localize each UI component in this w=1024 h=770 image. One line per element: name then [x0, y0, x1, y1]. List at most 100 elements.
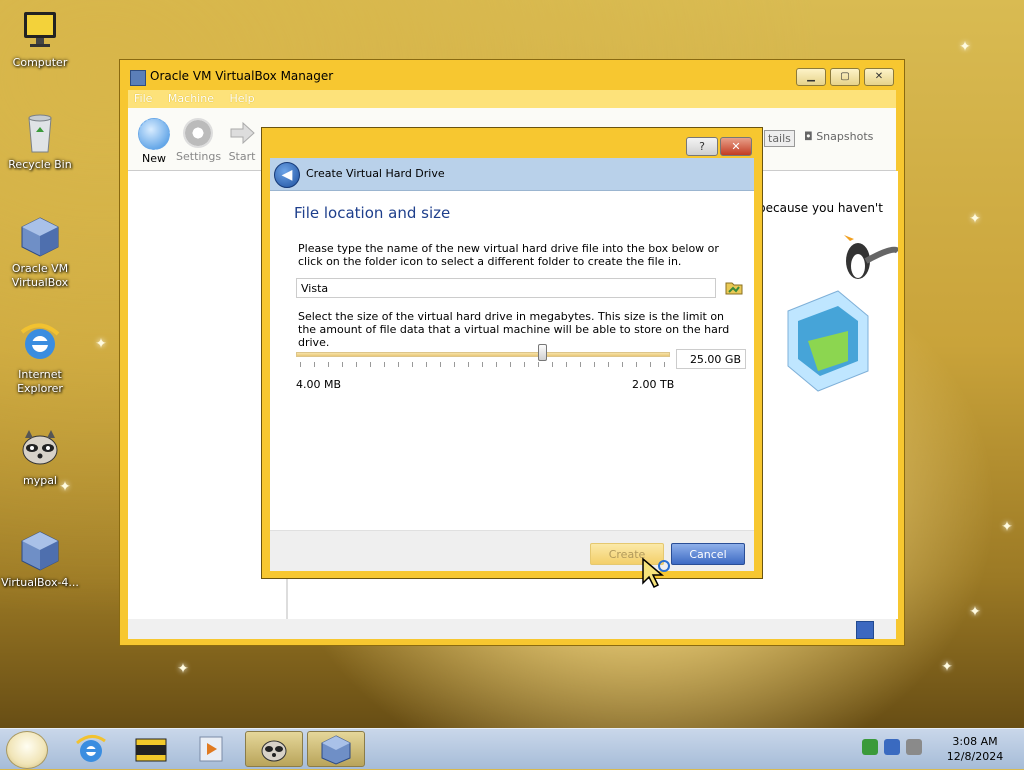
- close-button[interactable]: ✕: [720, 137, 752, 156]
- desktop-icon-virtualbox[interactable]: Oracle VM VirtualBox: [0, 214, 80, 290]
- raccoon-icon: [261, 740, 287, 762]
- slider-tick: [524, 362, 525, 367]
- taskbar: 3:08 AM 12/8/2024: [0, 728, 1024, 769]
- slider-tick: [566, 362, 567, 367]
- virtualbox-icon: [18, 214, 62, 258]
- virtualbox-icon: [321, 735, 351, 765]
- sparkle-decoration: ✦: [959, 39, 971, 55]
- start-label: Start: [228, 150, 256, 163]
- virtualbox-app-icon: [130, 70, 146, 86]
- slider-tick: [482, 362, 483, 367]
- slider-tick: [636, 362, 637, 367]
- size-slider-thumb[interactable]: [537, 344, 547, 361]
- back-button[interactable]: ◀: [274, 162, 300, 188]
- menu-file[interactable]: File: [128, 90, 158, 108]
- folder-icon: [725, 282, 743, 295]
- cancel-button[interactable]: Cancel: [671, 543, 745, 565]
- security-icon[interactable]: [862, 739, 878, 755]
- arrow-right-icon: [227, 118, 257, 148]
- recycle-bin-icon: [18, 110, 62, 154]
- slider-tick: [538, 362, 539, 367]
- start-button[interactable]: Start: [220, 118, 264, 163]
- desktop-icon-label: Computer: [12, 56, 68, 69]
- dialog-header: ◀ Create Virtual Hard Drive: [270, 158, 754, 191]
- help-button[interactable]: ?: [686, 137, 718, 156]
- desktop-icon-internet-explorer[interactable]: Internet Explorer: [0, 320, 80, 396]
- settings-label: Settings: [176, 150, 222, 163]
- slider-tick: [342, 362, 343, 367]
- desktop-icon-label: VirtualBox-4...: [1, 576, 79, 589]
- tab-snapshots-label: Snapshots: [816, 130, 874, 143]
- sparkle-decoration: ✦: [1001, 519, 1013, 535]
- slider-tick: [384, 362, 385, 367]
- slider-tick: [328, 362, 329, 367]
- slider-tick: [314, 362, 315, 367]
- clock-time: 3:08 AM: [952, 735, 998, 748]
- slider-tick: [608, 362, 609, 367]
- taskbar-media-player[interactable]: [182, 731, 240, 767]
- volume-icon[interactable]: [906, 739, 922, 755]
- arrow-left-icon: ◀: [281, 167, 293, 183]
- settings-button[interactable]: Settings: [176, 118, 222, 163]
- desktop-icon-label: mypal: [22, 474, 57, 487]
- close-button[interactable]: ✕: [864, 68, 894, 86]
- sparkle-decoration: ✦: [941, 659, 953, 675]
- virtualbox-icon: [18, 528, 62, 572]
- new-icon: [138, 118, 170, 150]
- clock-date: 12/8/2024: [946, 750, 1004, 763]
- desktop-icon-recycle-bin[interactable]: Recycle Bin: [0, 110, 80, 172]
- dialog-content: ◀ Create Virtual Hard Drive File locatio…: [270, 158, 754, 571]
- size-slider-track[interactable]: [296, 352, 670, 357]
- tab-snapshots[interactable]: ◘ Snapshots: [804, 130, 873, 143]
- slider-tick: [300, 362, 301, 367]
- tab-details[interactable]: tails: [764, 130, 795, 147]
- menu-bar: File Machine Help: [128, 90, 896, 108]
- dialog-title: Create Virtual Hard Drive: [306, 167, 445, 180]
- slider-tick: [412, 362, 413, 367]
- menu-help[interactable]: Help: [223, 90, 260, 108]
- desktop-icon-mypal[interactable]: mypal: [0, 426, 80, 488]
- sparkle-decoration: ✦: [177, 661, 189, 677]
- media-player-icon: [199, 736, 223, 762]
- new-button[interactable]: New: [132, 118, 176, 165]
- menu-machine[interactable]: Machine: [162, 90, 220, 108]
- slider-tick: [440, 362, 441, 367]
- slider-tick: [496, 362, 497, 367]
- page-heading: File location and size: [294, 204, 451, 222]
- computer-icon: [18, 8, 62, 52]
- desktop-icon-label: Internet Explorer: [17, 368, 63, 395]
- slider-tick: [650, 362, 651, 367]
- internet-explorer-icon: [76, 735, 106, 762]
- new-label: New: [142, 152, 166, 165]
- maximize-button[interactable]: ▢: [830, 68, 860, 86]
- slider-tick: [552, 362, 553, 367]
- title-bar[interactable]: Oracle VM VirtualBox Manager ▁ ▢ ✕: [120, 60, 904, 90]
- sparkle-decoration: ✦: [95, 336, 107, 352]
- camera-icon: ◘: [804, 130, 817, 143]
- clock[interactable]: 3:08 AM 12/8/2024: [940, 734, 1010, 764]
- system-tray: [862, 739, 922, 755]
- taskbar-mypal[interactable]: [245, 731, 303, 767]
- size-input[interactable]: [676, 349, 746, 369]
- network-status-icon[interactable]: [856, 621, 874, 639]
- start-button[interactable]: [6, 731, 48, 769]
- desktop-icon-computer[interactable]: Computer: [0, 8, 80, 70]
- network-icon[interactable]: [884, 739, 900, 755]
- max-size-label: 2.00 TB: [632, 378, 675, 391]
- slider-tick: [510, 362, 511, 367]
- size-description: Select the size of the virtual hard driv…: [298, 310, 730, 349]
- taskbar-virtualbox[interactable]: [307, 731, 365, 767]
- slider-tick: [664, 362, 665, 367]
- slider-tick: [454, 362, 455, 367]
- status-bar: [128, 619, 896, 639]
- dialog-footer: Create Cancel: [270, 530, 754, 571]
- taskbar-file-explorer[interactable]: [122, 731, 180, 767]
- sparkle-decoration: ✦: [969, 211, 981, 227]
- taskbar-internet-explorer[interactable]: [62, 731, 120, 767]
- minimize-button[interactable]: ▁: [796, 68, 826, 86]
- slider-tick: [398, 362, 399, 367]
- desktop-icon-virtualbox-installer[interactable]: VirtualBox-4...: [0, 528, 80, 590]
- folder-browse-button[interactable]: [724, 278, 744, 298]
- raccoon-icon: [18, 426, 62, 470]
- file-location-input[interactable]: [296, 278, 716, 298]
